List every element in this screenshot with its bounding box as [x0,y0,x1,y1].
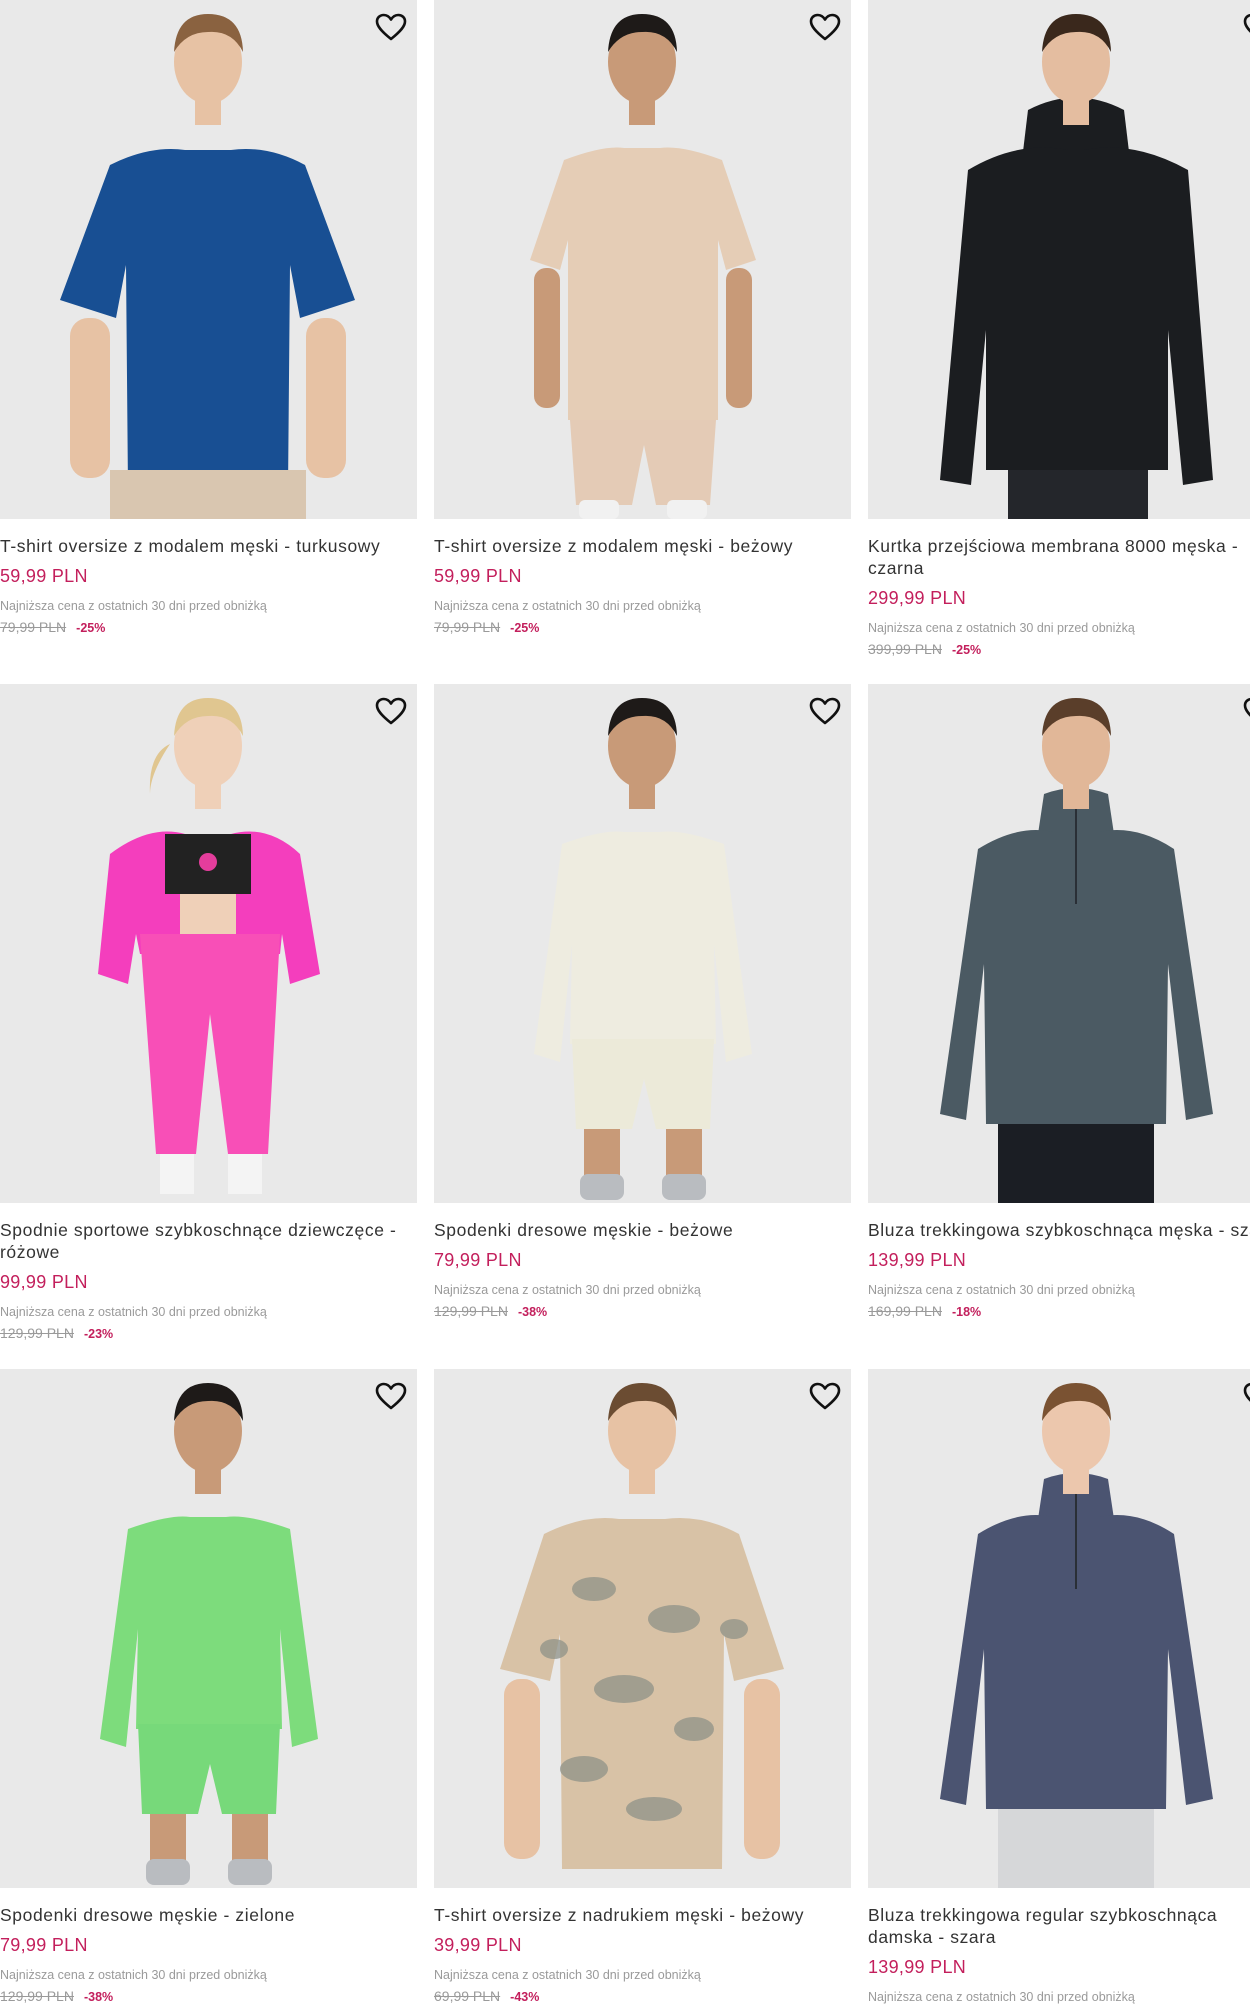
product-title[interactable]: Bluza trekkingowa regular szybkoschnąca … [868,1904,1250,1948]
old-price: 69,99 PLN [434,1988,501,2004]
old-price: 129,99 PLN [434,1303,508,1319]
product-photo[interactable] [434,684,851,1203]
product-card[interactable]: Kurtka przejściowa membrana 8000 męska -… [868,0,1250,659]
old-price: 129,99 PLN [0,1325,74,1341]
discount-badge: -18% [951,1305,982,1319]
old-price-row: 169,99 PLN -18% [868,1302,1250,1321]
heart-icon[interactable] [374,694,408,728]
product-image [534,698,752,1200]
product-price: 79,99 PLN [0,1935,88,1955]
product-photo[interactable] [0,0,417,519]
old-price-row: 129,99 PLN -38% [434,1302,851,1321]
product-price: 59,99 PLN [0,566,88,586]
product-photo[interactable] [0,1369,417,1888]
old-price: 399,99 PLN [868,641,942,657]
product-image [98,698,320,1194]
discount-badge: -25% [76,621,106,635]
product-title[interactable]: Spodnie sportowe szybkoschnące dziewczęc… [0,1219,417,1263]
lowest-price-label: Najniższa cena z ostatnich 30 dni przed … [868,1990,1135,2004]
heart-icon[interactable] [1242,10,1250,44]
product-price: 79,99 PLN [434,1250,522,1270]
product-price: 139,99 PLN [868,1250,967,1270]
product-title[interactable]: Spodenki dresowe męskie - beżowe [434,1219,851,1241]
lowest-price-label: Najniższa cena z ostatnich 30 dni przed … [868,1283,1135,1297]
heart-icon[interactable] [1242,694,1250,728]
lowest-price-label: Najniższa cena z ostatnich 30 dni przed … [434,599,701,613]
discount-badge: -38% [83,1990,114,2004]
product-card[interactable]: Bluza trekkingowa regular szybkoschnąca … [868,1369,1250,2009]
product-title[interactable]: Bluza trekkingowa szybkoschnąca męska - … [868,1219,1250,1241]
product-price: 39,99 PLN [434,1935,522,1955]
heart-icon[interactable] [374,10,408,44]
heart-icon[interactable] [808,10,842,44]
product-card[interactable]: T-shirt oversize z modalem męski - beżow… [434,0,851,637]
product-image [940,14,1213,519]
old-price-row: 69,99 PLN -43% [434,1987,851,2006]
product-image [60,14,355,519]
product-title[interactable]: T-shirt oversize z nadrukiem męski - beż… [434,1904,851,1926]
old-price-row: 79,99 PLN -25% [434,618,851,637]
product-card[interactable]: Spodenki dresowe męskie - beżowe 79,99 P… [434,684,851,1321]
product-image [100,1383,318,1885]
discount-badge: -25% [951,643,982,657]
discount-badge: -23% [83,1327,114,1341]
lowest-price-label: Najniższa cena z ostatnich 30 dni przed … [868,621,1135,635]
old-price: 79,99 PLN [0,619,67,635]
product-title[interactable]: Kurtka przejściowa membrana 8000 męska -… [868,535,1250,579]
product-title[interactable]: Spodenki dresowe męskie - zielone [0,1904,417,1926]
heart-icon[interactable] [808,694,842,728]
heart-icon[interactable] [1242,1379,1250,1413]
product-photo[interactable] [868,684,1250,1203]
product-title[interactable]: T-shirt oversize z modalem męski - turku… [0,535,417,557]
heart-icon[interactable] [808,1379,842,1413]
discount-badge: -25% [510,621,540,635]
old-price: 169,99 PLN [868,1303,942,1319]
discount-badge: -38% [517,1305,548,1319]
product-card[interactable]: T-shirt oversize z modalem męski - turku… [0,0,417,637]
product-price: 59,99 PLN [434,566,522,586]
lowest-price-label: Najniższa cena z ostatnich 30 dni przed … [0,599,267,613]
product-photo[interactable] [0,684,417,1203]
old-price-row: 399,99 PLN -25% [868,640,1250,659]
product-price: 299,99 PLN [868,588,967,608]
product-price: 139,99 PLN [868,1957,967,1977]
lowest-price-label: Najniższa cena z ostatnich 30 dni przed … [0,1968,267,1982]
old-price-row: 129,99 PLN -23% [0,1324,417,1343]
product-image [940,698,1213,1203]
product-photo[interactable] [434,0,851,519]
product-photo[interactable] [868,0,1250,519]
old-price: 79,99 PLN [434,619,501,635]
product-grid: T-shirt oversize z modalem męski - turku… [0,0,1250,2014]
lowest-price-label: Najniższa cena z ostatnich 30 dni przed … [434,1968,701,1982]
product-image [940,1383,1213,1888]
product-price: 99,99 PLN [0,1272,88,1292]
product-title[interactable]: T-shirt oversize z modalem męski - beżow… [434,535,851,557]
product-photo[interactable] [434,1369,851,1888]
lowest-price-label: Najniższa cena z ostatnich 30 dni przed … [434,1283,701,1297]
product-card[interactable]: T-shirt oversize z nadrukiem męski - beż… [434,1369,851,2006]
old-price: 129,99 PLN [0,1988,74,2004]
product-card[interactable]: Spodnie sportowe szybkoschnące dziewczęc… [0,684,417,1343]
discount-badge: -43% [510,1990,540,2004]
old-price-row: 79,99 PLN -25% [0,618,417,637]
product-photo[interactable] [868,1369,1250,1888]
lowest-price-label: Najniższa cena z ostatnich 30 dni przed … [0,1305,267,1319]
product-card[interactable]: Bluza trekkingowa szybkoschnąca męska - … [868,684,1250,1321]
heart-icon[interactable] [374,1379,408,1413]
product-image [500,1383,784,1869]
product-image [530,14,756,519]
old-price-row: 129,99 PLN -38% [0,1987,417,2006]
product-card[interactable]: Spodenki dresowe męskie - zielone 79,99 … [0,1369,417,2006]
